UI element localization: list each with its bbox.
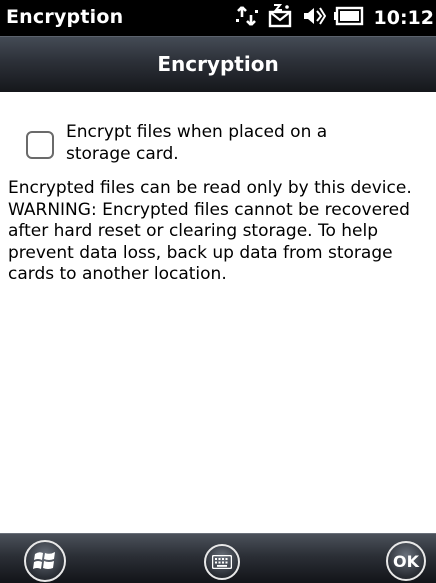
encrypt-checkbox-label[interactable]: Encrypt files when placed on a storage c…	[66, 121, 386, 165]
status-bar: Encryption 10:12	[0, 0, 436, 36]
start-button[interactable]	[24, 540, 66, 582]
keyboard-icon	[212, 555, 232, 569]
bottom-menu-bar: OK	[0, 533, 436, 583]
volume-icon[interactable]	[302, 4, 326, 32]
ok-button[interactable]: OK	[386, 541, 426, 581]
status-app-title[interactable]: Encryption	[6, 6, 123, 28]
page-header: Encryption	[0, 36, 436, 92]
keyboard-button[interactable]	[204, 544, 240, 580]
encryption-screen: Encryption 10:12 Encryption Encrypt file…	[0, 0, 436, 583]
status-time: 10:12	[373, 7, 434, 29]
ok-button-label: OK	[393, 551, 419, 571]
encryption-description: Encrypted files can be read only by this…	[8, 178, 412, 285]
page-title: Encryption	[157, 52, 279, 76]
connectivity-icon[interactable]	[234, 5, 260, 31]
messaging-icon[interactable]	[268, 4, 294, 32]
windows-logo-icon	[33, 552, 55, 569]
status-icons[interactable]: 10:12	[234, 4, 434, 32]
battery-icon[interactable]	[333, 5, 364, 31]
encrypt-checkbox[interactable]	[26, 131, 54, 159]
